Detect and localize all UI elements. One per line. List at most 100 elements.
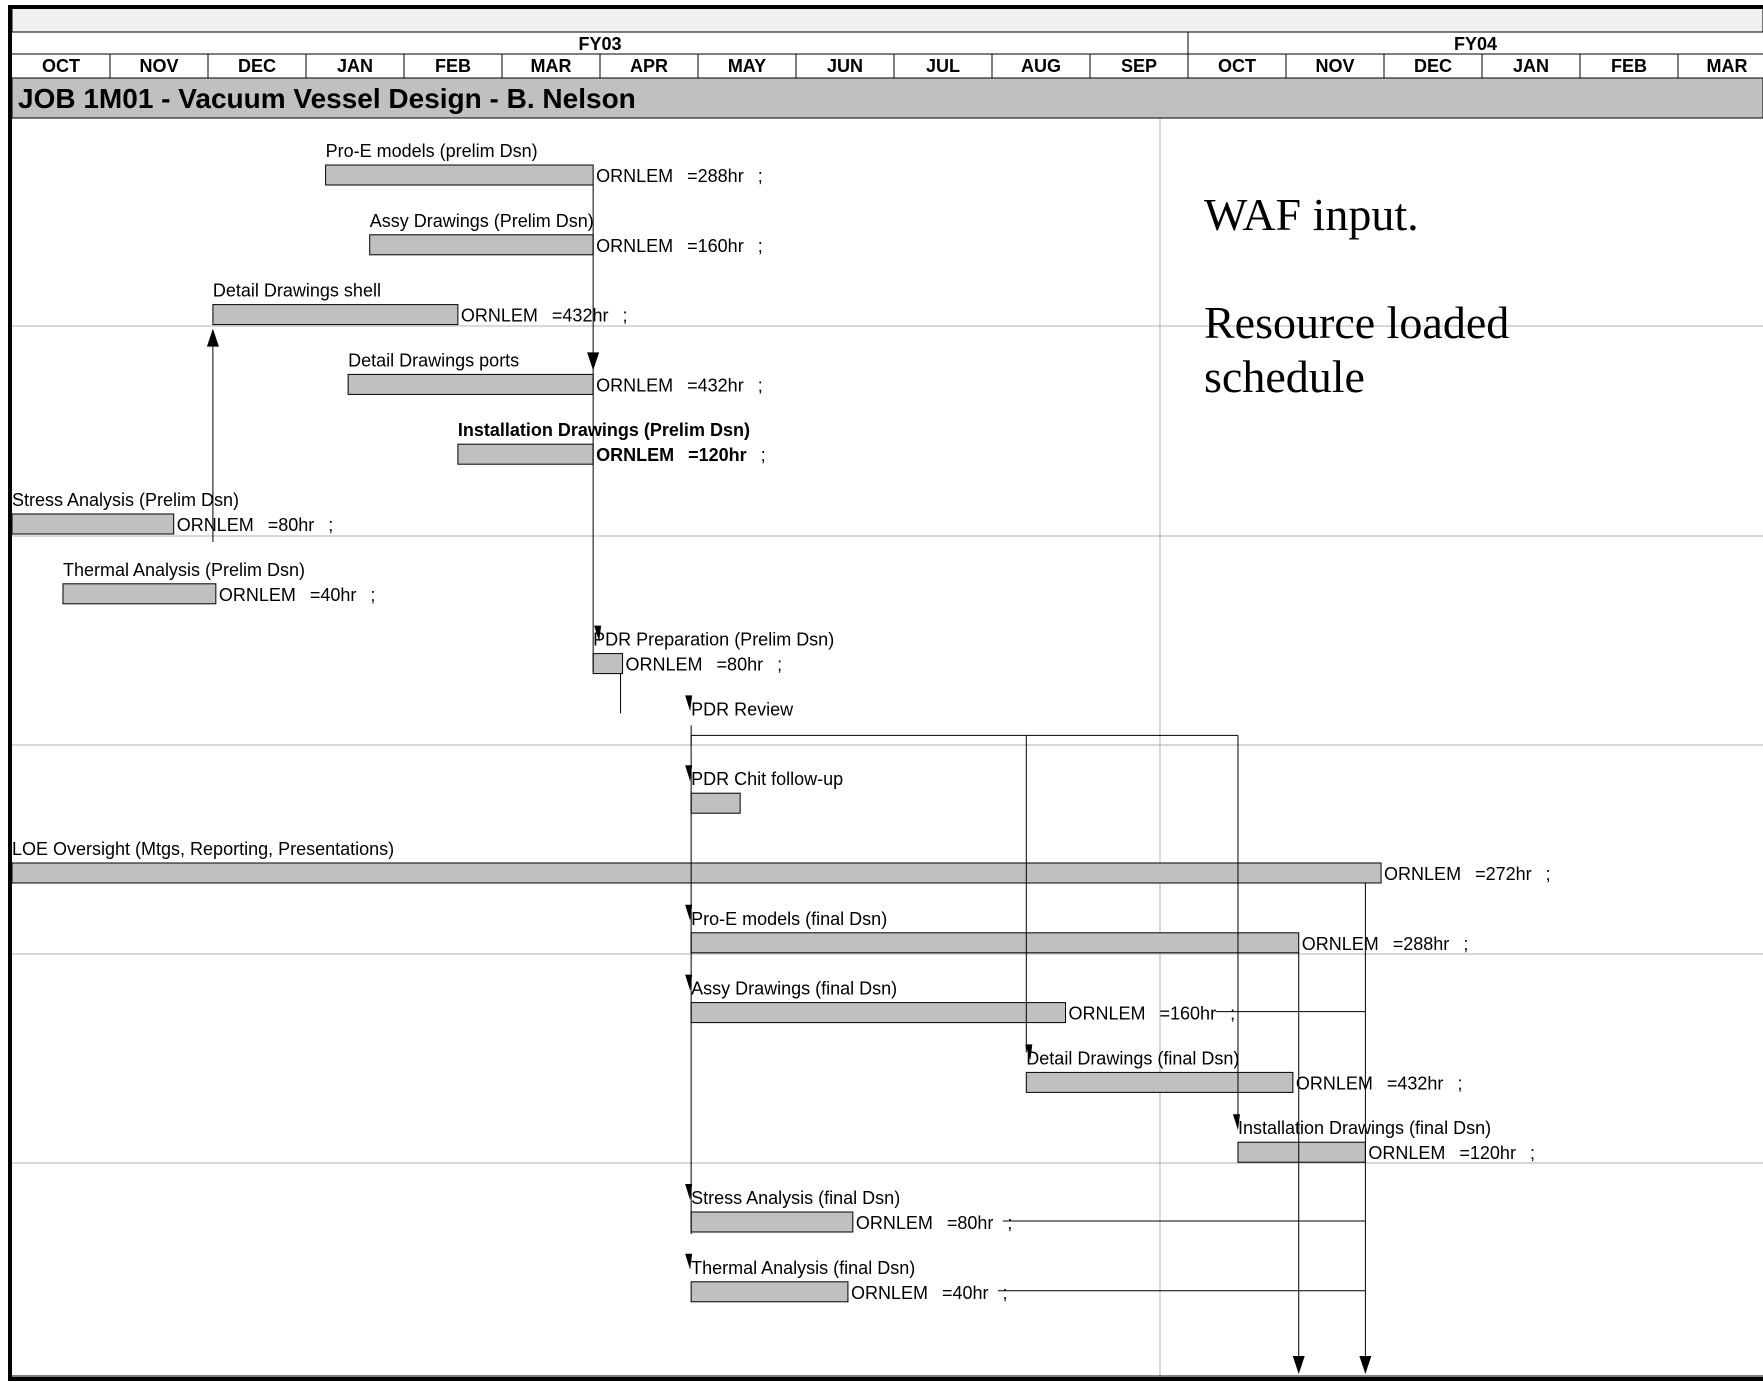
resource-suffix: ; <box>758 375 763 395</box>
task-resource: ORNLEM =288hr; <box>596 166 763 186</box>
task-row: Pro-E models (final Dsn) ORNLEM =288hr; <box>690 909 1468 954</box>
month-label: MAR <box>1707 56 1748 76</box>
task-resource: ORNLEM =432hr; <box>461 306 628 326</box>
gantt-chart: FY03 FY04 OCT NOV DEC JAN FEB MAR APR MAY JUN JUL AU… <box>8 5 1763 1381</box>
resource-name: ORNLEM <box>596 445 674 465</box>
month-label: DEC <box>238 56 276 76</box>
resource-hours: =432hr <box>1387 1073 1444 1093</box>
task-bar <box>369 234 594 256</box>
task-row: Thermal Analysis (Prelim Dsn) ORNLEM =40hr… <box>62 560 376 605</box>
task-resource: ORNLEM =40hr; <box>219 585 376 605</box>
month-label: JUN <box>827 56 863 76</box>
resource-suffix: ; <box>1230 1004 1235 1024</box>
dependency-arrow <box>206 328 219 347</box>
task-name: Detail Drawings shell <box>213 281 381 301</box>
resource-name: ORNLEM <box>1296 1073 1373 1093</box>
resource-name: ORNLEM <box>856 1213 933 1233</box>
task-name: PDR Chit follow-up <box>691 769 843 789</box>
month-label: NOV <box>139 56 178 76</box>
resource-suffix: ; <box>758 236 763 256</box>
task-row: Installation Drawings (Prelim Dsn) ORNLEM… <box>457 420 766 465</box>
task-bar <box>212 304 459 326</box>
task-resource: ORNLEM =432hr; <box>596 375 763 395</box>
task-row: Detail Drawings ports ORNLEM =432hr; <box>347 350 763 395</box>
task-name: Stress Analysis (final Dsn) <box>691 1188 900 1208</box>
task-resource: ORNLEM =160hr; <box>1069 1004 1236 1024</box>
resource-name: ORNLEM <box>1302 934 1379 954</box>
resource-suffix: ; <box>1007 1213 1012 1233</box>
task-resource: ORNLEM =80hr; <box>856 1213 1013 1233</box>
task-name: Thermal Analysis (Prelim Dsn) <box>63 560 305 580</box>
annotation-note: WAF input. Resource loaded schedule <box>1204 189 1509 402</box>
month-label: DEC <box>1414 56 1452 76</box>
task-bar <box>347 373 594 395</box>
dependency-arrow <box>1292 1356 1305 1374</box>
resource-name: ORNLEM <box>461 306 538 326</box>
task-bar <box>592 653 624 675</box>
task-row: Pro-E models (prelim Dsn) ORNLEM =288hr; <box>325 141 763 186</box>
task-resource: ORNLEM =120hr; <box>596 445 766 465</box>
task-name: Installation Drawings (final Dsn) <box>1238 1118 1491 1138</box>
resource-name: ORNLEM <box>1368 1143 1445 1163</box>
resource-suffix: ; <box>1546 864 1551 884</box>
task-name: Detail Drawings (final Dsn) <box>1026 1048 1239 1068</box>
task-name: Installation Drawings (Prelim Dsn) <box>458 420 750 440</box>
resource-name: ORNLEM <box>596 236 673 256</box>
resource-hours: =80hr <box>268 515 315 535</box>
month-label: FEB <box>1611 56 1647 76</box>
resource-suffix: ; <box>777 655 782 675</box>
resource-name: ORNLEM <box>626 655 703 675</box>
resource-suffix: ; <box>370 585 375 605</box>
task-resource: ORNLEM =80hr; <box>177 515 334 535</box>
task-name: Assy Drawings (Prelim Dsn) <box>370 211 594 231</box>
month-label: NOV <box>1315 56 1354 76</box>
month-label: MAY <box>728 56 766 76</box>
month-label: JAN <box>1513 56 1549 76</box>
task-resource: ORNLEM =432hr; <box>1296 1073 1463 1093</box>
resource-hours: =288hr <box>687 166 744 186</box>
resource-hours: =432hr <box>687 375 744 395</box>
month-label: JUL <box>926 56 960 76</box>
task-resource: ORNLEM =120hr; <box>1368 1143 1535 1163</box>
resource-suffix: ; <box>758 166 763 186</box>
task-name: Pro-E models (final Dsn) <box>691 909 887 929</box>
task-name: LOE Oversight (Mtgs, Reporting, Presenta… <box>12 839 394 859</box>
task-row: Stress Analysis (final Dsn) ORNLEM =80hr; <box>690 1188 1013 1233</box>
task-name: PDR Preparation (Prelim Dsn) <box>593 630 834 650</box>
header-top-strip <box>11 7 1763 33</box>
timeline-header: FY03 FY04 OCT NOV DEC JAN FEB MAR APR MAY JUN JUL AU… <box>11 7 1763 78</box>
task-bar <box>690 792 741 814</box>
outer-border <box>8 5 1763 1381</box>
task-row: Thermal Analysis (final Dsn) ORNLEM =40hr; <box>690 1258 1008 1303</box>
resource-hours: =432hr <box>552 306 609 326</box>
month-label: JAN <box>337 56 373 76</box>
resource-suffix: ; <box>1530 1143 1535 1163</box>
task-bar <box>11 862 1382 884</box>
task-row: LOE Oversight (Mtgs, Reporting, Presenta… <box>11 839 1551 884</box>
month-label: MAR <box>531 56 572 76</box>
resource-hours: =120hr <box>1459 1143 1516 1163</box>
resource-name: ORNLEM <box>1384 864 1461 884</box>
month-label: OCT <box>1218 56 1256 76</box>
month-label: SEP <box>1121 56 1157 76</box>
note-line-3: schedule <box>1204 351 1365 402</box>
note-line-2: Resource loaded <box>1204 297 1509 348</box>
task-row: PDR Preparation (Prelim Dsn) ORNLEM =80hr; <box>592 630 834 675</box>
task-name: Pro-E models (prelim Dsn) <box>326 141 538 161</box>
month-label: APR <box>630 56 668 76</box>
resource-hours: =160hr <box>687 236 744 256</box>
task-bar <box>1237 1141 1366 1163</box>
chart-frame <box>8 5 1763 1381</box>
task-resource: ORNLEM =80hr; <box>626 655 783 675</box>
resource-suffix: ; <box>1003 1283 1008 1303</box>
task-row: Assy Drawings (final Dsn) ORNLEM =160hr; <box>690 979 1236 1024</box>
fiscal-year-label: FY03 <box>578 34 621 54</box>
job-title: JOB 1M01 - Vacuum Vessel Design - B. Nel… <box>18 83 636 114</box>
resource-suffix: ; <box>1463 934 1468 954</box>
task-resource: ORNLEM =40hr; <box>851 1283 1008 1303</box>
task-row: Assy Drawings (Prelim Dsn)ORNLEM =160hr; <box>369 211 763 256</box>
task-bar <box>11 513 175 535</box>
resource-suffix: ; <box>761 445 766 465</box>
task-name: Thermal Analysis (final Dsn) <box>691 1258 915 1278</box>
task-bar <box>1025 1071 1294 1093</box>
